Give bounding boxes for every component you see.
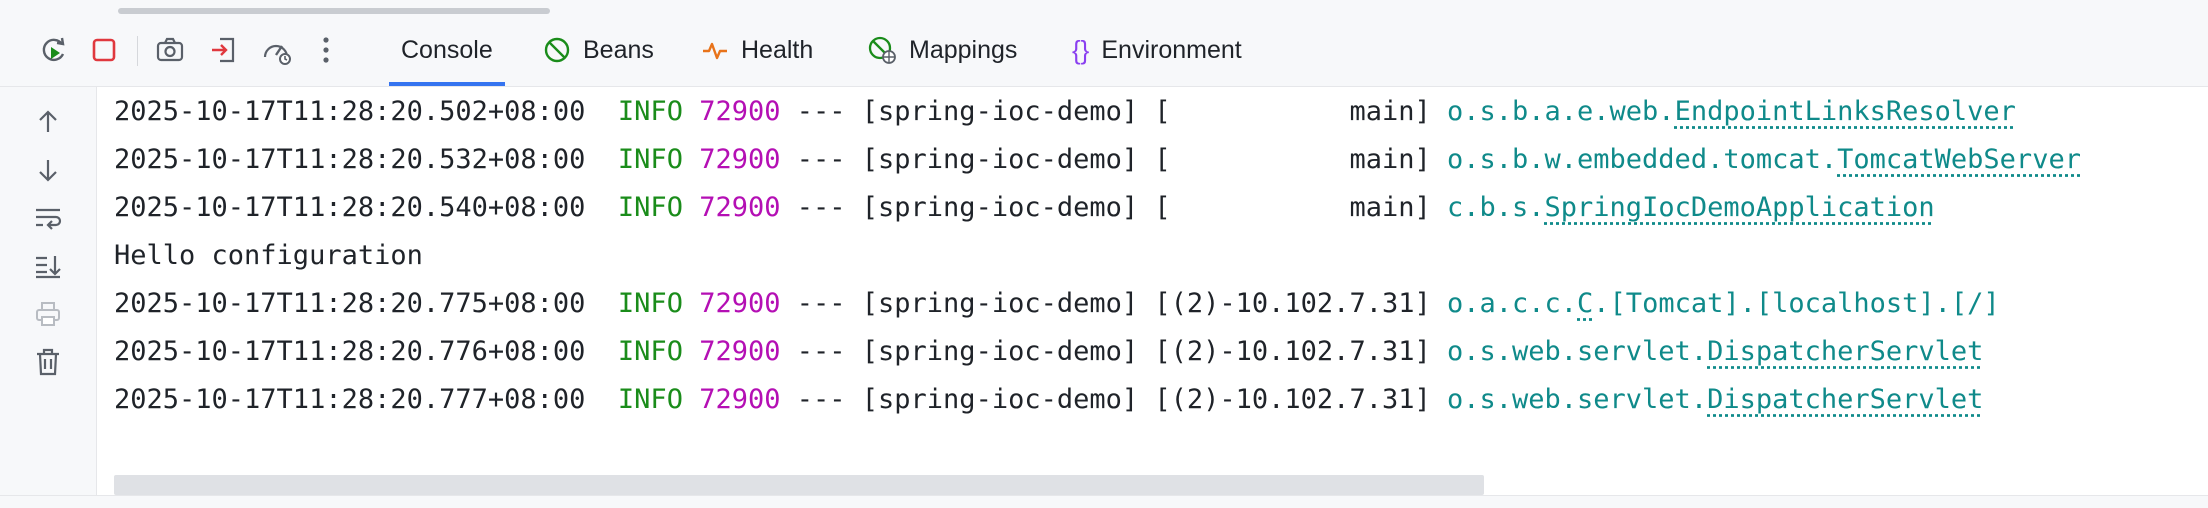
scroll-to-end-icon[interactable] bbox=[28, 246, 68, 286]
log-timestamp: 2025-10-17T11:28:20.532+08:00 bbox=[114, 144, 585, 175]
logger-class-link[interactable]: EndpointLinksResolver bbox=[1675, 96, 2016, 127]
logger-package: o.s.web.servlet. bbox=[1447, 384, 1707, 415]
gauge-icon[interactable] bbox=[256, 30, 296, 70]
tab-health-label: Health bbox=[741, 36, 813, 65]
tab-environment[interactable]: {} Environment bbox=[1072, 14, 1242, 86]
log-logger: o.s.b.a.e.web.EndpointLinksResolver bbox=[1447, 96, 2016, 127]
logger-package: o.s.b.w.embedded.tomcat. bbox=[1447, 144, 1837, 175]
log-timestamp: 2025-10-17T11:28:20.540+08:00 bbox=[114, 192, 585, 223]
log-logger: o.a.c.c.C.[Tomcat].[localhost].[/] bbox=[1447, 288, 2000, 319]
log-thread: --- [spring-ioc-demo] [(2)-10.102.7.31] bbox=[781, 336, 1447, 367]
log-level: INFO bbox=[618, 96, 683, 127]
tab-console[interactable]: Console bbox=[401, 14, 493, 86]
logger-package: o.a.c.c. bbox=[1447, 288, 1577, 319]
bottom-bar bbox=[0, 495, 2208, 508]
camera-icon[interactable] bbox=[150, 30, 190, 70]
log-level: INFO bbox=[618, 144, 683, 175]
log-pid: 72900 bbox=[699, 96, 780, 127]
log-thread: --- [spring-ioc-demo] [ main] bbox=[781, 96, 1447, 127]
stop-icon[interactable] bbox=[84, 30, 124, 70]
soft-wrap-icon[interactable] bbox=[28, 198, 68, 238]
health-icon bbox=[701, 36, 729, 64]
console-sidebar bbox=[0, 87, 97, 507]
log-level: INFO bbox=[618, 288, 683, 319]
log-pid: 72900 bbox=[699, 384, 780, 415]
log-timestamp: 2025-10-17T11:28:20.776+08:00 bbox=[114, 336, 585, 367]
top-scrollbar[interactable] bbox=[0, 0, 2208, 14]
log-level: INFO bbox=[618, 192, 683, 223]
logger-class-link[interactable]: C bbox=[1577, 288, 1593, 319]
horizontal-scrollbar[interactable] bbox=[114, 475, 1484, 495]
console-log-line: 2025-10-17T11:28:20.540+08:00 INFO 72900… bbox=[114, 184, 1935, 232]
log-pid: 72900 bbox=[699, 288, 780, 319]
log-logger: c.b.s.SpringIocDemoApplication bbox=[1447, 192, 1935, 223]
console-log-line: 2025-10-17T11:28:20.776+08:00 INFO 72900… bbox=[114, 328, 1983, 376]
tab-health[interactable]: Health bbox=[701, 14, 813, 86]
exit-icon[interactable] bbox=[203, 30, 243, 70]
tab-beans[interactable]: Beans bbox=[543, 14, 654, 86]
log-timestamp: 2025-10-17T11:28:20.502+08:00 bbox=[114, 96, 585, 127]
console-plain-line: Hello configuration bbox=[114, 232, 423, 280]
log-thread: --- [spring-ioc-demo] [ main] bbox=[781, 144, 1447, 175]
logger-class-link[interactable]: DispatcherServlet bbox=[1707, 384, 1983, 415]
rerun-icon[interactable] bbox=[34, 30, 74, 70]
logger-suffix: .[Tomcat].[localhost].[/] bbox=[1593, 288, 1999, 319]
mappings-icon bbox=[867, 35, 897, 65]
log-pid: 72900 bbox=[699, 336, 780, 367]
print-icon bbox=[28, 294, 68, 334]
more-vertical-icon[interactable] bbox=[306, 30, 346, 70]
console-log-line: 2025-10-17T11:28:20.777+08:00 INFO 72900… bbox=[114, 376, 1983, 424]
log-level: INFO bbox=[618, 384, 683, 415]
log-timestamp: 2025-10-17T11:28:20.777+08:00 bbox=[114, 384, 585, 415]
log-logger: o.s.b.w.embedded.tomcat.TomcatWebServer bbox=[1447, 144, 2081, 175]
arrow-up-icon[interactable] bbox=[28, 102, 68, 142]
logger-class-link[interactable]: SpringIocDemoApplication bbox=[1545, 192, 1935, 223]
console-output[interactable]: 2025-10-17T11:28:20.502+08:00 INFO 72900… bbox=[114, 88, 2208, 478]
log-thread: --- [spring-ioc-demo] [ main] bbox=[781, 192, 1447, 223]
logger-class-link[interactable]: DispatcherServlet bbox=[1707, 336, 1983, 367]
tab-mappings[interactable]: Mappings bbox=[867, 14, 1017, 86]
log-thread: --- [spring-ioc-demo] [(2)-10.102.7.31] bbox=[781, 288, 1447, 319]
toolbar: Console Beans Health Mappings {} Environ… bbox=[0, 14, 2208, 87]
console-log-line: 2025-10-17T11:28:20.775+08:00 INFO 72900… bbox=[114, 280, 2000, 328]
tab-beans-label: Beans bbox=[583, 36, 654, 65]
tab-mappings-label: Mappings bbox=[909, 36, 1017, 65]
toolbar-separator bbox=[137, 36, 138, 66]
logger-package: o.s.b.a.e.web. bbox=[1447, 96, 1675, 127]
tab-console-label: Console bbox=[401, 36, 493, 65]
tab-environment-label: Environment bbox=[1101, 36, 1241, 65]
trash-icon[interactable] bbox=[28, 342, 68, 382]
logger-package: o.s.web.servlet. bbox=[1447, 336, 1707, 367]
log-level: INFO bbox=[618, 336, 683, 367]
log-thread: --- [spring-ioc-demo] [(2)-10.102.7.31] bbox=[781, 384, 1447, 415]
beans-icon bbox=[543, 36, 571, 64]
logger-package: c.b.s. bbox=[1447, 192, 1545, 223]
log-pid: 72900 bbox=[699, 144, 780, 175]
log-logger: o.s.web.servlet.DispatcherServlet bbox=[1447, 384, 1983, 415]
log-timestamp: 2025-10-17T11:28:20.775+08:00 bbox=[114, 288, 585, 319]
active-tab-indicator bbox=[389, 82, 505, 86]
log-pid: 72900 bbox=[699, 192, 780, 223]
log-logger: o.s.web.servlet.DispatcherServlet bbox=[1447, 336, 1983, 367]
console-log-line: 2025-10-17T11:28:20.532+08:00 INFO 72900… bbox=[114, 136, 2081, 184]
logger-class-link[interactable]: TomcatWebServer bbox=[1837, 144, 2081, 175]
environment-icon: {} bbox=[1072, 35, 1089, 66]
arrow-down-icon[interactable] bbox=[28, 150, 68, 190]
console-log-line: 2025-10-17T11:28:20.502+08:00 INFO 72900… bbox=[114, 88, 2016, 136]
console-message: Hello configuration bbox=[114, 240, 423, 271]
